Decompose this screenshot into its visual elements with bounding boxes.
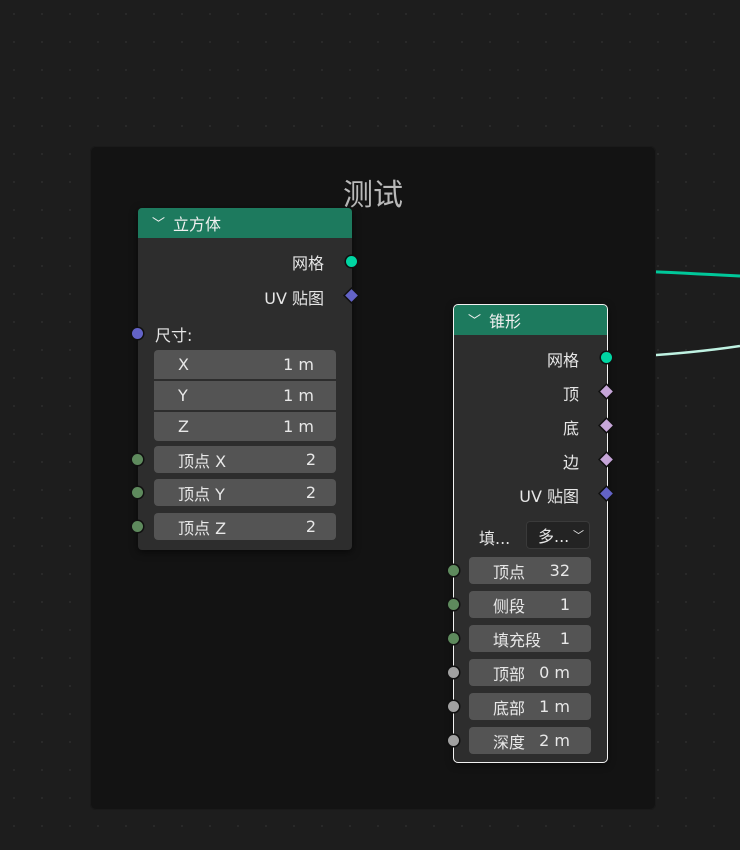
cone-mesh-socket[interactable] — [601, 352, 612, 363]
cone-node[interactable]: ﹀ 锥形 网格 顶 底 边 UV 贴图 填... 多... ﹀ 顶点 32 侧段… — [448, 304, 613, 763]
cone-bottom-output-label: 底 — [562, 419, 579, 438]
chevron-down-icon: ﹀ — [573, 529, 584, 542]
fill-type-value: 多... — [538, 527, 570, 546]
depth-field[interactable]: 深度 2 m — [469, 727, 591, 754]
vertices-y-field[interactable]: 顶点 Y 2 — [154, 479, 336, 506]
radius-top-label: 顶部 — [493, 664, 526, 684]
radius-top-value: 0 m — [539, 663, 570, 682]
fill-segments-socket[interactable] — [448, 633, 459, 644]
vertices-z-value: 2 — [305, 517, 316, 536]
size-y-field[interactable]: Y 1 m — [154, 381, 336, 410]
cube-node[interactable]: ﹀ 立方体 网格 UV 贴图 尺寸: X 1 m Y 1 m Z 1 m 顶点 … — [132, 208, 358, 550]
cube-uv-output-row: UV 贴图 — [264, 285, 324, 309]
vertices-y-label: 顶点 Y — [178, 484, 225, 504]
vertices-x-value: 2 — [305, 450, 316, 469]
cone-node-title: 锥形 — [489, 312, 522, 331]
size-z-label: Z — [178, 417, 189, 436]
side-segments-socket[interactable] — [448, 599, 459, 610]
chevron-down-icon[interactable]: ﹀ — [152, 213, 165, 232]
size-y-label: Y — [178, 386, 188, 405]
size-x-label: X — [178, 355, 189, 374]
cone-uv-output-label: UV 贴图 — [519, 487, 579, 506]
vertices-y-socket[interactable] — [132, 487, 143, 498]
size-label: 尺寸: — [155, 326, 193, 345]
cone-node-header[interactable]: ﹀ 锥形 — [454, 305, 607, 335]
cone-mesh-output-label: 网格 — [546, 351, 579, 370]
cube-node-header[interactable]: ﹀ 立方体 — [138, 208, 352, 238]
cone-top-output-row: 顶 — [563, 381, 579, 405]
cone-vertices-label: 顶点 — [493, 562, 526, 582]
fill-segments-field[interactable]: 填充段 1 — [469, 625, 591, 652]
cone-bottom-output-row: 底 — [563, 415, 579, 439]
vertices-z-label: 顶点 Z — [178, 518, 227, 538]
fill-type-label: 填... — [479, 529, 511, 548]
depth-value: 2 m — [539, 731, 570, 750]
vertices-y-value: 2 — [305, 483, 316, 502]
size-z-value: 1 m — [283, 417, 314, 436]
radius-bottom-value: 1 m — [539, 697, 570, 716]
fill-segments-label: 填充段 — [493, 630, 542, 650]
cone-side-output-row: 边 — [563, 449, 579, 473]
cube-mesh-output-label: 网格 — [291, 254, 324, 273]
fill-type-dropdown[interactable]: 多... ﹀ — [526, 521, 590, 549]
cube-uv-output-label: UV 贴图 — [264, 289, 324, 308]
cone-top-output-label: 顶 — [562, 385, 579, 404]
cube-mesh-socket[interactable] — [346, 256, 357, 267]
cone-vertices-field[interactable]: 顶点 32 — [469, 557, 591, 584]
fill-type-label-row: 填... — [479, 525, 510, 549]
size-socket[interactable] — [132, 328, 143, 339]
radius-bottom-label: 底部 — [493, 698, 526, 718]
vertices-x-socket[interactable] — [132, 454, 143, 465]
size-label-row: 尺寸: — [155, 322, 192, 346]
cone-vertices-socket[interactable] — [448, 565, 459, 576]
side-segments-label: 侧段 — [493, 596, 526, 616]
radius-bottom-field[interactable]: 底部 1 m — [469, 693, 591, 720]
cube-mesh-output-row: 网格 — [292, 250, 324, 274]
vertices-z-socket[interactable] — [132, 521, 143, 532]
size-z-field[interactable]: Z 1 m — [154, 412, 336, 441]
cone-mesh-output-row: 网格 — [547, 347, 579, 371]
size-y-value: 1 m — [283, 386, 314, 405]
depth-socket[interactable] — [448, 735, 459, 746]
chevron-down-icon[interactable]: ﹀ — [468, 310, 481, 329]
depth-label: 深度 — [493, 732, 526, 752]
size-x-value: 1 m — [283, 355, 314, 374]
side-segments-field[interactable]: 侧段 1 — [469, 591, 591, 618]
size-vector: X 1 m Y 1 m Z 1 m — [154, 350, 336, 441]
side-segments-value: 1 — [559, 595, 570, 614]
size-x-field[interactable]: X 1 m — [154, 350, 336, 379]
vertices-x-label: 顶点 X — [178, 451, 227, 471]
radius-top-field[interactable]: 顶部 0 m — [469, 659, 591, 686]
vertices-x-field[interactable]: 顶点 X 2 — [154, 446, 336, 473]
cone-side-output-label: 边 — [562, 453, 579, 472]
radius-top-socket[interactable] — [448, 667, 459, 678]
cone-vertices-value: 32 — [549, 561, 570, 580]
cube-node-title: 立方体 — [173, 215, 222, 234]
cone-uv-output-row: UV 贴图 — [519, 483, 579, 507]
radius-bottom-socket[interactable] — [448, 701, 459, 712]
vertices-z-field[interactable]: 顶点 Z 2 — [154, 513, 336, 540]
fill-segments-value: 1 — [559, 629, 570, 648]
